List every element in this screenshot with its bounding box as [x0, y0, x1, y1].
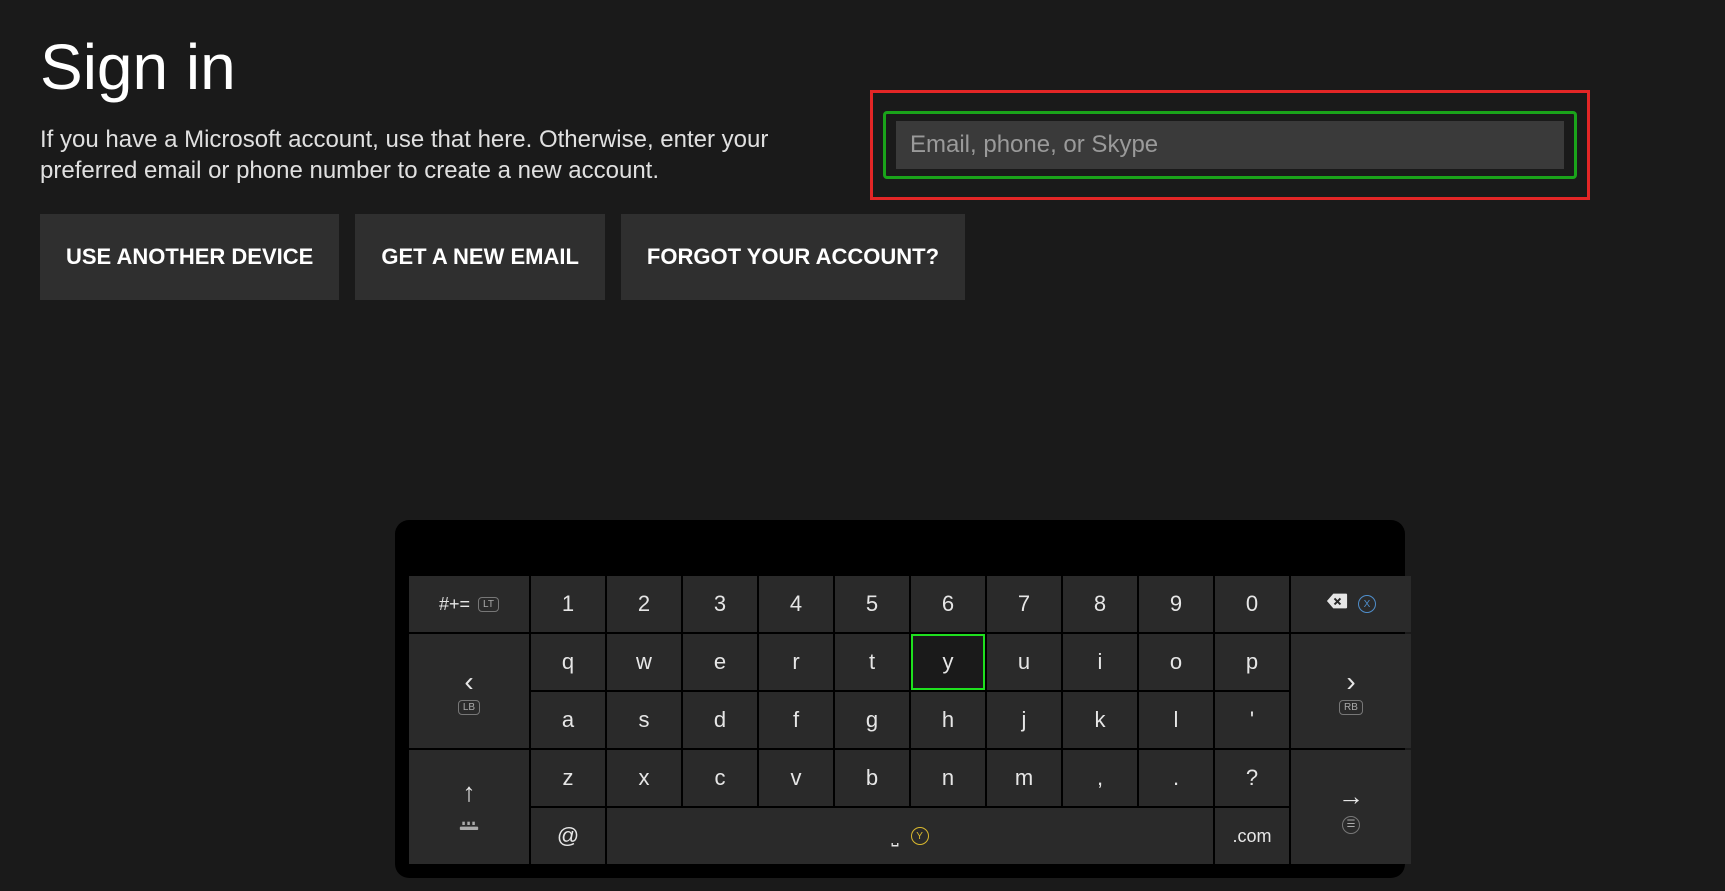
backspace-icon	[1326, 590, 1348, 618]
lb-badge-icon: LB	[458, 700, 480, 715]
onscreen-keyboard: #+= LT 1 2 3 4 5 6 7 8 9 0 X ‹ LB q w e …	[395, 520, 1405, 878]
key-d[interactable]: d	[683, 692, 757, 748]
key-z[interactable]: z	[531, 750, 605, 806]
key-a[interactable]: a	[531, 692, 605, 748]
key-symbols[interactable]: #+= LT	[409, 576, 529, 632]
key-f[interactable]: f	[759, 692, 833, 748]
get-new-email-button[interactable]: GET A NEW EMAIL	[355, 214, 605, 300]
key-5[interactable]: 5	[835, 576, 909, 632]
menu-button-icon: ☰	[1342, 816, 1360, 834]
key-m[interactable]: m	[987, 750, 1061, 806]
key-question[interactable]: ?	[1215, 750, 1289, 806]
key-enter[interactable]: → ☰	[1291, 750, 1411, 864]
key-backspace[interactable]: X	[1291, 576, 1411, 632]
key-v[interactable]: v	[759, 750, 833, 806]
rb-badge-icon: RB	[1339, 700, 1363, 715]
chevron-left-icon: ‹	[464, 668, 473, 696]
key-s[interactable]: s	[607, 692, 681, 748]
key-y[interactable]: y	[911, 634, 985, 690]
page-subtitle: If you have a Microsoft account, use tha…	[40, 124, 800, 186]
chevron-right-icon: ›	[1346, 668, 1355, 696]
signin-input-highlight-box	[870, 90, 1590, 200]
key-period[interactable]: .	[1139, 750, 1213, 806]
key-space[interactable]: ⎵ Y	[607, 808, 1213, 864]
enter-arrow-right-icon: →	[1338, 781, 1364, 812]
key-7[interactable]: 7	[987, 576, 1061, 632]
key-8[interactable]: 8	[1063, 576, 1137, 632]
forgot-account-button[interactable]: FORGOT YOUR ACCOUNT?	[621, 214, 965, 300]
key-e[interactable]: e	[683, 634, 757, 690]
key-1[interactable]: 1	[531, 576, 605, 632]
space-icon: ⎵	[891, 826, 900, 847]
key-apostrophe[interactable]: '	[1215, 692, 1289, 748]
key-i[interactable]: i	[1063, 634, 1137, 690]
key-h[interactable]: h	[911, 692, 985, 748]
key-r[interactable]: r	[759, 634, 833, 690]
key-6[interactable]: 6	[911, 576, 985, 632]
shift-arrow-up-icon: ↑	[463, 777, 476, 808]
key-cursor-right[interactable]: › RB	[1291, 634, 1411, 748]
key-k[interactable]: k	[1063, 692, 1137, 748]
key-dotcom[interactable]: .com	[1215, 808, 1289, 864]
use-another-device-button[interactable]: USE ANOTHER DEVICE	[40, 214, 339, 300]
lt-badge-icon: LT	[478, 597, 499, 612]
key-w[interactable]: w	[607, 634, 681, 690]
key-q[interactable]: q	[531, 634, 605, 690]
symbols-label: #+=	[439, 594, 470, 615]
key-p[interactable]: p	[1215, 634, 1289, 690]
key-comma[interactable]: ,	[1063, 750, 1137, 806]
signin-input[interactable]	[896, 121, 1564, 169]
key-9[interactable]: 9	[1139, 576, 1213, 632]
action-buttons-row: USE ANOTHER DEVICE GET A NEW EMAIL FORGO…	[40, 214, 1685, 300]
key-shift[interactable]: ↑	[409, 750, 529, 864]
key-b[interactable]: b	[835, 750, 909, 806]
key-l[interactable]: l	[1139, 692, 1213, 748]
key-x[interactable]: x	[607, 750, 681, 806]
y-button-icon: Y	[911, 827, 929, 845]
x-button-icon: X	[1358, 595, 1376, 613]
key-n[interactable]: n	[911, 750, 985, 806]
key-3[interactable]: 3	[683, 576, 757, 632]
key-2[interactable]: 2	[607, 576, 681, 632]
key-t[interactable]: t	[835, 634, 909, 690]
caps-icon	[459, 812, 479, 838]
key-0[interactable]: 0	[1215, 576, 1289, 632]
key-cursor-left[interactable]: ‹ LB	[409, 634, 529, 748]
key-g[interactable]: g	[835, 692, 909, 748]
key-c[interactable]: c	[683, 750, 757, 806]
key-4[interactable]: 4	[759, 576, 833, 632]
key-at[interactable]: @	[531, 808, 605, 864]
key-u[interactable]: u	[987, 634, 1061, 690]
key-o[interactable]: o	[1139, 634, 1213, 690]
key-j[interactable]: j	[987, 692, 1061, 748]
signin-input-focus-ring	[883, 111, 1577, 179]
